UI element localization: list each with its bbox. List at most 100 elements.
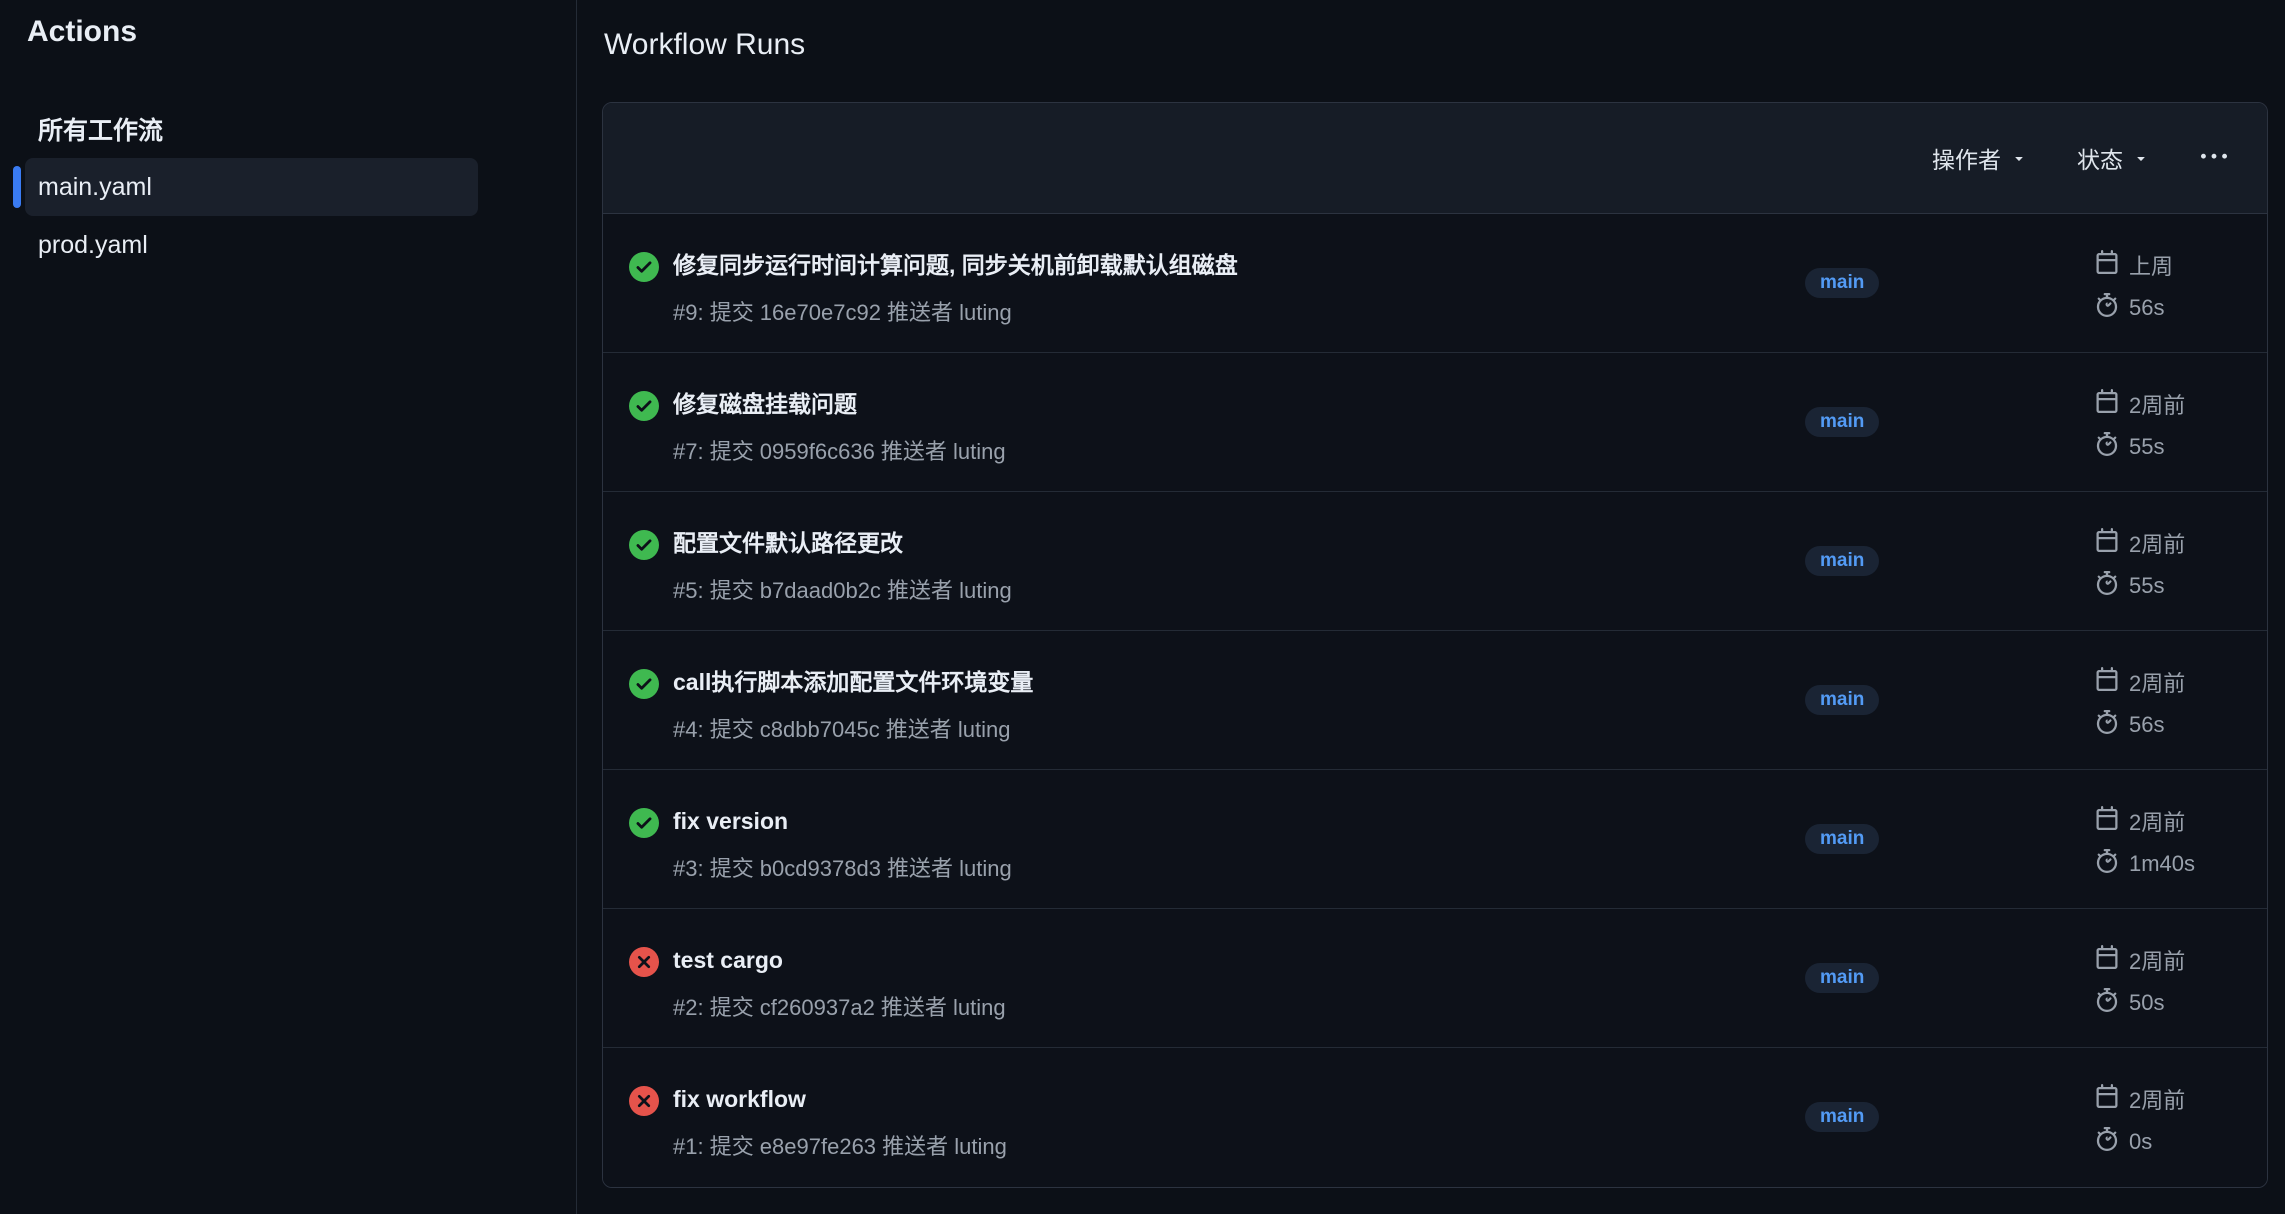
sidebar: Actions 所有工作流 main.yaml prod.yaml [0,0,577,1214]
run-times-cell: 2周前 55s [2095,353,2231,491]
stopwatch-icon [2095,849,2119,879]
workflow-run-row[interactable]: 修复磁盘挂载问题 #7: 提交 0959f6c636 推送者 luting ma… [603,353,2267,492]
check-circle-icon [629,530,659,560]
run-text: test cargo #2: 提交 cf260937a2 推送者 luting [673,945,1006,1021]
kebab-horizontal-icon [2201,144,2227,173]
run-date-text: 2周前 [2129,388,2185,420]
stopwatch-icon [2095,571,2119,601]
run-branch-cell: main [1805,909,2095,1047]
selected-indicator-bar [13,166,21,208]
run-text: fix workflow #1: 提交 e8e97fe263 推送者 lutin… [673,1084,1007,1160]
workflow-list: main.yaml prod.yaml [25,158,478,274]
run-text: 修复磁盘挂载问题 #7: 提交 0959f6c636 推送者 luting [673,389,1006,465]
run-times-cell: 2周前 50s [2095,909,2231,1047]
run-title-link[interactable]: call执行脚本添加配置文件环境变量 [673,667,1033,697]
run-date-text: 2周前 [2129,1083,2185,1115]
run-branch-cell: main [1805,353,2095,491]
run-duration: 55s [2095,433,2231,461]
run-date-text: 2周前 [2129,944,2185,976]
run-duration: 50s [2095,989,2231,1017]
all-workflows-link[interactable]: 所有工作流 [38,116,576,146]
run-summary: fix workflow #1: 提交 e8e97fe263 推送者 lutin… [629,1048,1805,1187]
workflow-run-row[interactable]: 配置文件默认路径更改 #5: 提交 b7daad0b2c 推送者 luting … [603,492,2267,631]
run-commit-meta: #7: 提交 0959f6c636 推送者 luting [673,439,1006,465]
workflow-run-row[interactable]: 修复同步运行时间计算问题, 同步关机前卸载默认组磁盘 #9: 提交 16e70e… [603,214,2267,353]
run-commit-meta: #4: 提交 c8dbb7045c 推送者 luting [673,717,1033,743]
run-summary: 修复磁盘挂载问题 #7: 提交 0959f6c636 推送者 luting [629,353,1805,491]
triangle-down-icon [2011,145,2027,172]
run-date-text: 上周 [2129,249,2173,281]
run-times-cell: 2周前 1m40s [2095,770,2231,908]
workflow-label: prod.yaml [38,231,148,260]
page-title: Workflow Runs [604,27,2268,63]
run-date-text: 2周前 [2129,666,2185,698]
triangle-down-icon [2133,145,2149,172]
run-duration-text: 55s [2129,434,2164,460]
branch-badge[interactable]: main [1805,824,1879,854]
calendar-icon [2095,667,2119,697]
run-commit-meta: #1: 提交 e8e97fe263 推送者 luting [673,1134,1007,1160]
branch-badge[interactable]: main [1805,1102,1879,1132]
status-filter-button[interactable]: 状态 [2077,141,2149,175]
run-date: 2周前 [2095,390,2231,418]
run-date: 2周前 [2095,529,2231,557]
run-duration-text: 55s [2129,573,2164,599]
workflow-label: main.yaml [38,173,152,202]
run-title-link[interactable]: fix workflow [673,1084,806,1114]
run-branch-cell: main [1805,214,2095,352]
run-date: 2周前 [2095,1085,2231,1113]
run-title-link[interactable]: 修复同步运行时间计算问题, 同步关机前卸载默认组磁盘 [673,250,1238,280]
run-text: 修复同步运行时间计算问题, 同步关机前卸载默认组磁盘 #9: 提交 16e70e… [673,250,1238,326]
run-title-link[interactable]: fix version [673,806,788,836]
run-summary: 配置文件默认路径更改 #5: 提交 b7daad0b2c 推送者 luting [629,492,1805,630]
run-title-link[interactable]: test cargo [673,945,783,975]
workflow-run-row[interactable]: fix workflow #1: 提交 e8e97fe263 推送者 lutin… [603,1048,2267,1187]
main-content: Workflow Runs 操作者 状态 [577,0,2285,1214]
run-title-link[interactable]: 配置文件默认路径更改 [673,528,903,558]
workflow-run-row[interactable]: call执行脚本添加配置文件环境变量 #4: 提交 c8dbb7045c 推送者… [603,631,2267,770]
branch-badge[interactable]: main [1805,407,1879,437]
run-duration-text: 56s [2129,295,2164,321]
sidebar-item-prod-yaml[interactable]: prod.yaml [25,216,478,274]
run-duration-text: 0s [2129,1129,2152,1155]
run-branch-cell: main [1805,770,2095,908]
run-duration: 0s [2095,1128,2231,1156]
runs-list: 修复同步运行时间计算问题, 同步关机前卸载默认组磁盘 #9: 提交 16e70e… [603,214,2267,1187]
run-branch-cell: main [1805,1048,2095,1187]
run-text: fix version #3: 提交 b0cd9378d3 推送者 luting [673,806,1012,882]
sidebar-title: Actions [27,12,576,52]
run-text: call执行脚本添加配置文件环境变量 #4: 提交 c8dbb7045c 推送者… [673,667,1033,743]
stopwatch-icon [2095,988,2119,1018]
run-times-cell: 2周前 0s [2095,1048,2231,1187]
actor-filter-label: 操作者 [1932,141,2001,175]
stopwatch-icon [2095,432,2119,462]
sidebar-item-main-yaml[interactable]: main.yaml [25,158,478,216]
more-options-button[interactable] [2199,138,2229,179]
actor-filter-button[interactable]: 操作者 [1932,141,2027,175]
x-circle-icon [629,947,659,977]
calendar-icon [2095,528,2119,558]
calendar-icon [2095,250,2119,280]
stopwatch-icon [2095,293,2119,323]
run-branch-cell: main [1805,631,2095,769]
branch-badge[interactable]: main [1805,685,1879,715]
branch-badge[interactable]: main [1805,963,1879,993]
run-commit-meta: #3: 提交 b0cd9378d3 推送者 luting [673,856,1012,882]
workflow-run-row[interactable]: fix version #3: 提交 b0cd9378d3 推送者 luting… [603,770,2267,909]
run-summary: test cargo #2: 提交 cf260937a2 推送者 luting [629,909,1805,1047]
run-date-text: 2周前 [2129,805,2185,837]
calendar-icon [2095,945,2119,975]
run-date: 2周前 [2095,946,2231,974]
run-duration-text: 1m40s [2129,851,2195,877]
workflow-run-row[interactable]: test cargo #2: 提交 cf260937a2 推送者 luting … [603,909,2267,1048]
run-branch-cell: main [1805,492,2095,630]
stopwatch-icon [2095,710,2119,740]
run-title-link[interactable]: 修复磁盘挂载问题 [673,389,857,419]
check-circle-icon [629,252,659,282]
run-date-text: 2周前 [2129,527,2185,559]
branch-badge[interactable]: main [1805,546,1879,576]
run-duration: 1m40s [2095,850,2231,878]
branch-badge[interactable]: main [1805,268,1879,298]
x-circle-icon [629,1086,659,1116]
run-date: 上周 [2095,251,2231,279]
